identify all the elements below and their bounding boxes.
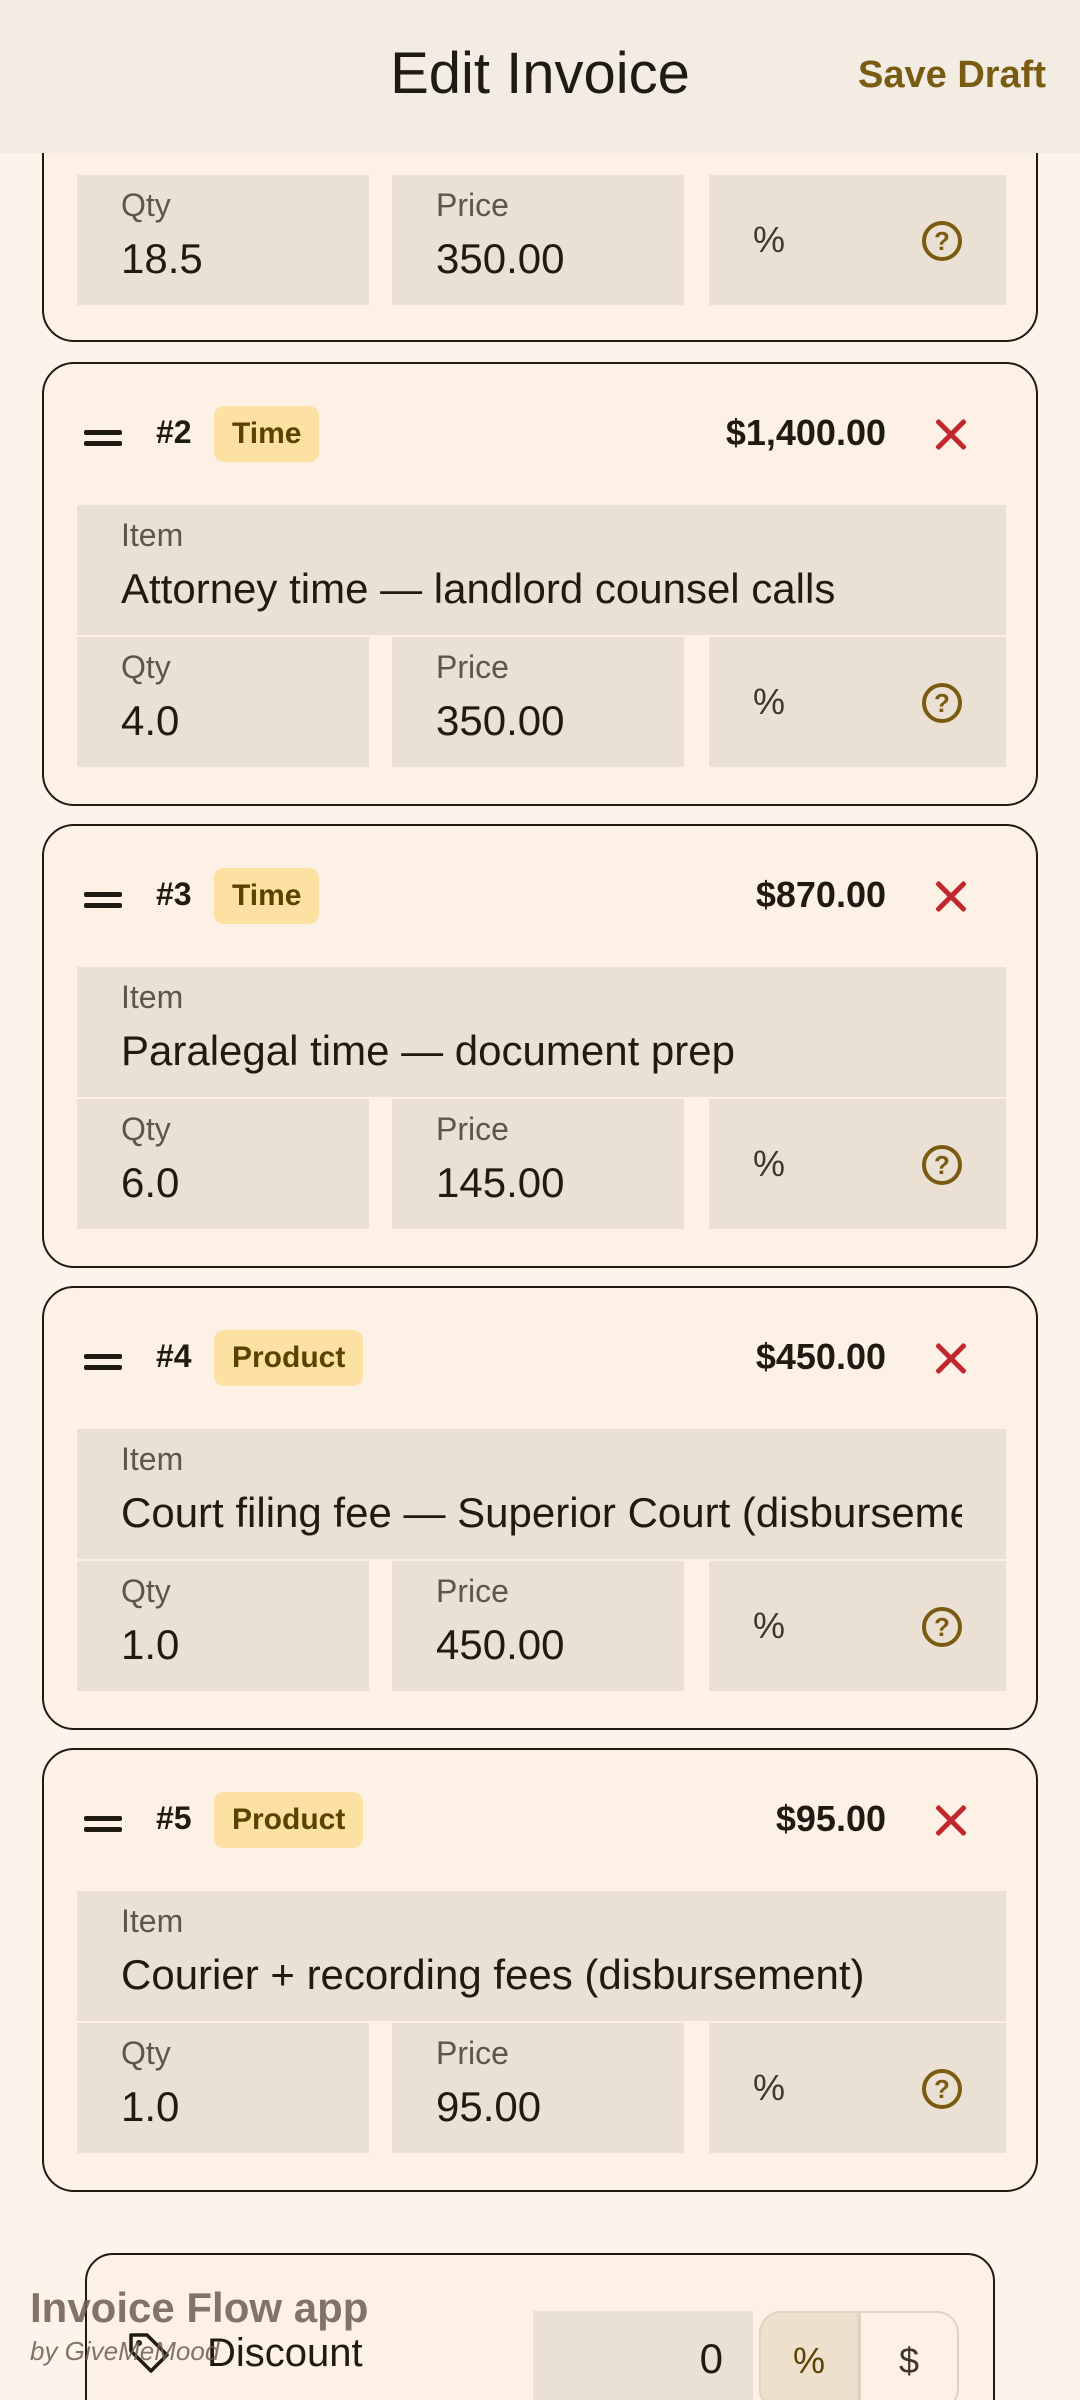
help-icon[interactable]: ? <box>922 683 962 723</box>
drag-handle-icon[interactable] <box>84 892 122 908</box>
item-field[interactable]: Item Court filing fee — Superior Court (… <box>77 1429 1006 1559</box>
qty-label: Qty <box>121 187 171 223</box>
percent-symbol: % <box>753 1605 786 1646</box>
item-label: Item <box>121 979 184 1015</box>
line-total: $450.00 <box>755 1336 886 1377</box>
qty-field[interactable]: Qty 18.5 <box>77 175 369 305</box>
price-value: 450.00 <box>436 1621 565 1668</box>
help-icon[interactable]: ? <box>922 1607 962 1647</box>
price-label: Price <box>436 2035 509 2071</box>
qty-value: 6.0 <box>121 1159 180 1206</box>
drag-handle-icon[interactable] <box>84 430 122 446</box>
drag-handle-icon[interactable] <box>84 1816 122 1832</box>
price-label: Price <box>436 1111 509 1147</box>
qty-label: Qty <box>121 1111 171 1147</box>
remove-icon[interactable] <box>934 418 968 452</box>
line-item-card-4: #4 Product $450.00 Item Court filing fee… <box>42 1286 1038 1730</box>
line-number: #2 <box>156 414 192 450</box>
line-number: #5 <box>156 1800 192 1836</box>
qty-label: Qty <box>121 649 171 685</box>
discount-input[interactable]: 0 <box>533 2311 753 2400</box>
discount-mode-percent[interactable]: % <box>759 2311 859 2400</box>
watermark-title: Invoice Flow app <box>30 2284 369 2331</box>
price-value: 350.00 <box>436 697 565 744</box>
item-value: Courier + recording fees (disbursement) <box>121 1951 865 1998</box>
type-badge: Product <box>214 1330 364 1386</box>
card-header: #5 Product $95.00 <box>44 1750 1036 1892</box>
price-value: 145.00 <box>436 1159 565 1206</box>
type-badge: Time <box>214 406 320 462</box>
qty-label: Qty <box>121 1573 171 1609</box>
watermark-subtitle: by GiveMeMood <box>30 2336 220 2366</box>
line-discount-field[interactable]: % ? <box>709 637 1006 767</box>
line-number: #4 <box>156 1338 192 1374</box>
drag-handle-icon[interactable] <box>84 1354 122 1370</box>
help-icon[interactable]: ? <box>922 1145 962 1185</box>
price-field[interactable]: Price 145.00 <box>392 1099 684 1229</box>
item-field[interactable]: Item Courier + recording fees (disbursem… <box>77 1891 1006 2021</box>
item-field[interactable]: Item Attorney time — landlord counsel ca… <box>77 505 1006 635</box>
line-item-card-3: #3 Time $870.00 Item Paralegal time — do… <box>42 824 1038 1268</box>
line-discount-field[interactable]: % ? <box>709 175 1006 305</box>
app-bar: Edit Invoice Save Draft <box>0 0 1080 153</box>
price-field[interactable]: Price 350.00 <box>392 175 684 305</box>
qty-value: 1.0 <box>121 1621 180 1668</box>
qty-value: 4.0 <box>121 697 180 744</box>
item-label: Item <box>121 517 184 553</box>
save-draft-button[interactable]: Save Draft <box>858 54 1046 97</box>
card-header: #2 Time $1,400.00 <box>44 364 1036 506</box>
remove-icon[interactable] <box>934 1342 968 1376</box>
remove-icon[interactable] <box>934 1804 968 1838</box>
percent-symbol: % <box>753 681 786 722</box>
watermark: Invoice Flow app by GiveMeMood <box>30 2284 368 2367</box>
line-item-card-5: #5 Product $95.00 Item Courier + recordi… <box>42 1748 1038 2192</box>
item-label: Item <box>121 1441 184 1477</box>
qty-value: 18.5 <box>121 235 203 282</box>
help-icon[interactable]: ? <box>922 221 962 261</box>
qty-field[interactable]: Qty 1.0 <box>77 1561 369 1691</box>
type-badge: Product <box>214 1792 364 1848</box>
price-field[interactable]: Price 450.00 <box>392 1561 684 1691</box>
percent-symbol: % <box>753 1143 786 1184</box>
line-total: $1,400.00 <box>725 412 886 453</box>
price-field[interactable]: Price 350.00 <box>392 637 684 767</box>
remove-icon[interactable] <box>934 880 968 914</box>
line-number: #3 <box>156 876 192 912</box>
percent-symbol: % <box>753 2067 786 2108</box>
percent-symbol: % <box>753 219 786 260</box>
line-discount-field[interactable]: % ? <box>709 1561 1006 1691</box>
discount-value: 0 <box>699 2335 723 2382</box>
qty-field[interactable]: Qty 4.0 <box>77 637 369 767</box>
line-item-card-2: #2 Time $1,400.00 Item Attorney time — l… <box>42 362 1038 806</box>
line-discount-field[interactable]: % ? <box>709 2023 1006 2153</box>
help-icon[interactable]: ? <box>922 2069 962 2109</box>
line-discount-field[interactable]: % ? <box>709 1099 1006 1229</box>
price-value: 95.00 <box>436 2083 542 2130</box>
item-field[interactable]: Item Paralegal time — document prep <box>77 967 1006 1097</box>
line-total: $95.00 <box>775 1798 886 1839</box>
card-header: #4 Product $450.00 <box>44 1288 1036 1430</box>
price-field[interactable]: Price 95.00 <box>392 2023 684 2153</box>
card-header: #3 Time $870.00 <box>44 826 1036 968</box>
item-value: Court filing fee — Superior Court (disbu… <box>121 1489 962 1536</box>
type-badge: Time <box>214 868 320 924</box>
price-value: 350.00 <box>436 235 565 282</box>
discount-mode-dollar[interactable]: $ <box>859 2311 959 2400</box>
qty-label: Qty <box>121 2035 171 2071</box>
qty-field[interactable]: Qty 6.0 <box>77 1099 369 1229</box>
line-total: $870.00 <box>755 874 886 915</box>
price-label: Price <box>436 187 509 223</box>
item-value: Paralegal time — document prep <box>121 1027 735 1074</box>
line-items-list[interactable]: Qty 18.5 Price 350.00 % ? #2 Time $1,400… <box>0 0 1080 2400</box>
qty-value: 1.0 <box>121 2083 180 2130</box>
qty-field[interactable]: Qty 1.0 <box>77 2023 369 2153</box>
price-label: Price <box>436 1573 509 1609</box>
item-label: Item <box>121 1903 184 1939</box>
price-label: Price <box>436 649 509 685</box>
item-value: Attorney time — landlord counsel calls <box>121 565 836 612</box>
